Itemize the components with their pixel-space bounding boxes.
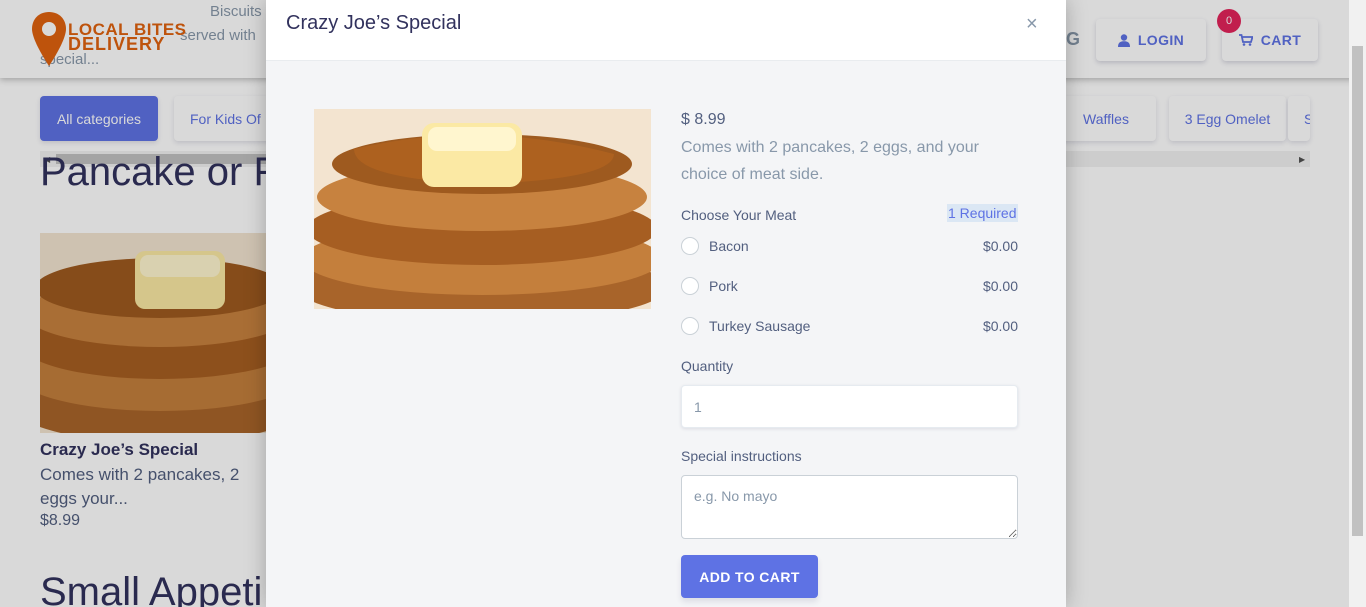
modal-description: Comes with 2 pancakes, 2 eggs, and your … xyxy=(681,139,979,183)
option-price: $0.00 xyxy=(982,318,1018,334)
option-pork[interactable]: Pork $0.00 xyxy=(681,274,1018,298)
turkey-sausage-radio[interactable] xyxy=(681,317,699,335)
instructions-label: Special instructions xyxy=(681,448,802,464)
option-bacon[interactable]: Bacon $0.00 xyxy=(681,234,1018,258)
option-name: Turkey Sausage xyxy=(709,318,811,334)
page-scroll-thumb[interactable] xyxy=(1352,46,1363,536)
special-instructions-field[interactable] xyxy=(681,475,1018,539)
option-name: Pork xyxy=(709,278,738,294)
item-modal: Crazy Joe’s Special × $ 8.99 Comes with … xyxy=(266,0,1066,607)
option-price: $0.00 xyxy=(982,238,1018,254)
pork-radio[interactable] xyxy=(681,277,699,295)
quantity-label: Quantity xyxy=(681,358,734,374)
meat-choice-label: Choose Your Meat xyxy=(681,207,797,223)
option-price: $0.00 xyxy=(982,278,1018,294)
modal-title: Crazy Joe’s Special xyxy=(286,12,462,34)
modal-header: Crazy Joe’s Special × xyxy=(266,0,1066,61)
close-icon[interactable]: × xyxy=(1026,13,1038,36)
add-to-cart-button[interactable]: ADD TO CART xyxy=(681,555,818,598)
required-badge: 1 Required xyxy=(947,204,1018,222)
bacon-radio[interactable] xyxy=(681,237,699,255)
option-name: Bacon xyxy=(709,238,749,254)
page-scrollbar[interactable] xyxy=(1349,0,1366,607)
modal-item-image xyxy=(314,109,651,309)
pancake-image-icon xyxy=(314,109,651,309)
modal-price: $ 8.99 xyxy=(681,111,726,128)
option-turkey-sausage[interactable]: Turkey Sausage $0.00 xyxy=(681,314,1018,338)
quantity-input[interactable] xyxy=(681,385,1018,428)
